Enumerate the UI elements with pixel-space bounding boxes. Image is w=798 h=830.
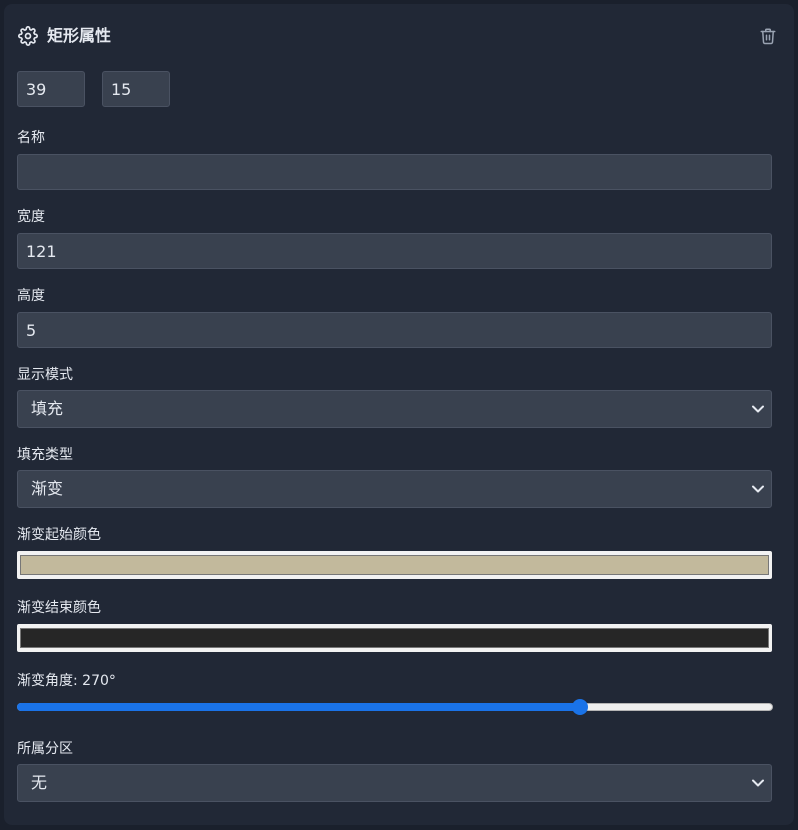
gradient-end-label: 渐变结束颜色 xyxy=(17,600,101,616)
gradient-end-swatch xyxy=(20,628,769,648)
gradient-angle-slider[interactable] xyxy=(17,699,773,715)
display-mode-select[interactable]: 填充 xyxy=(17,390,772,428)
display-mode-label: 显示模式 xyxy=(17,367,73,383)
partition-label: 所属分区 xyxy=(17,741,73,757)
trash-icon[interactable] xyxy=(759,26,777,46)
fill-type-label: 填充类型 xyxy=(17,447,73,463)
position-x-input[interactable] xyxy=(17,71,85,107)
rect-properties-panel: 矩形属性 名称 宽度 高度 显示模式 填充 填充类型 渐变 渐变起始颜色 渐变结… xyxy=(4,4,794,825)
panel-title: 矩形属性 xyxy=(47,26,112,45)
gradient-start-label: 渐变起始颜色 xyxy=(17,527,101,543)
fill-type-value: 渐变 xyxy=(31,479,64,498)
partition-value: 无 xyxy=(31,773,48,792)
gradient-angle-label: 渐变角度: 270° xyxy=(17,673,116,689)
name-label: 名称 xyxy=(17,130,45,146)
position-y-input[interactable] xyxy=(102,71,170,107)
slider-thumb[interactable] xyxy=(572,699,588,715)
chevron-down-icon xyxy=(752,405,764,413)
panel-header: 矩形属性 xyxy=(18,22,778,52)
gradient-start-swatch xyxy=(20,555,769,575)
height-input[interactable] xyxy=(17,312,772,348)
gradient-end-color-picker[interactable] xyxy=(17,624,772,652)
chevron-down-icon xyxy=(752,779,764,787)
display-mode-value: 填充 xyxy=(31,399,64,418)
partition-select[interactable]: 无 xyxy=(17,764,772,802)
fill-type-select[interactable]: 渐变 xyxy=(17,470,772,508)
height-label: 高度 xyxy=(17,288,45,304)
width-input[interactable] xyxy=(17,233,772,269)
chevron-down-icon xyxy=(752,485,764,493)
slider-fill xyxy=(17,703,580,711)
gradient-start-color-picker[interactable] xyxy=(17,551,772,579)
gear-icon xyxy=(18,26,38,46)
width-label: 宽度 xyxy=(17,209,45,225)
name-input[interactable] xyxy=(17,154,772,190)
